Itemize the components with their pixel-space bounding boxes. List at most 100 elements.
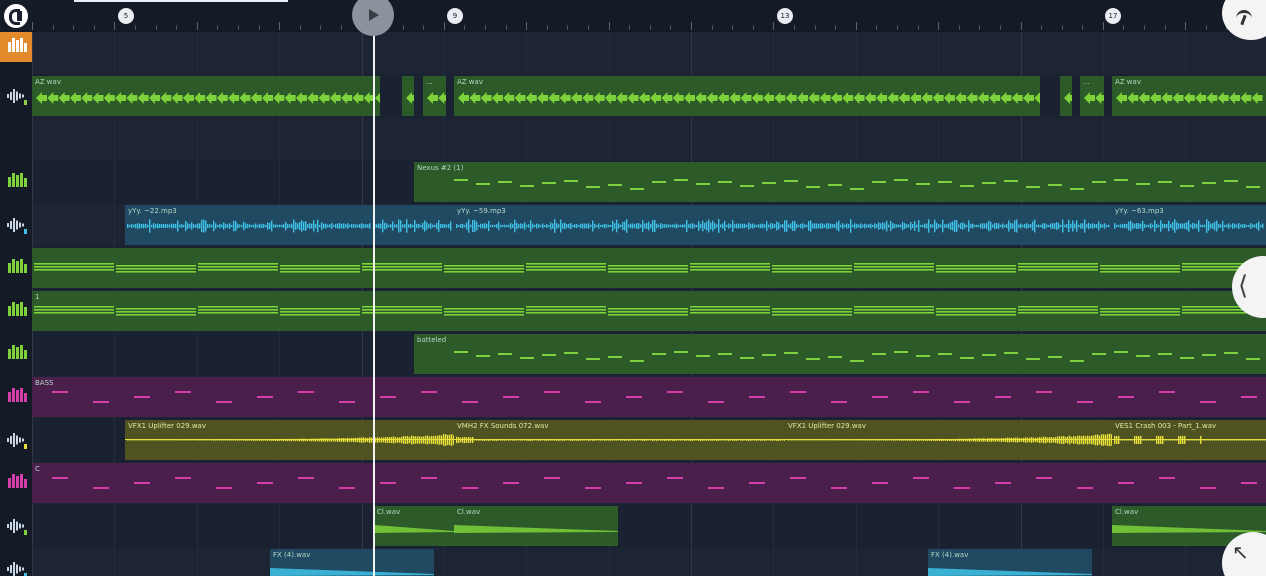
- clip-yellow-riser[interactable]: VFX1 Uplifter 029.wav: [785, 420, 1112, 460]
- bar-marker-9[interactable]: 9: [447, 8, 463, 24]
- note: [257, 396, 273, 398]
- waveform-sample: [554, 439, 556, 441]
- track-header-4[interactable]: [0, 204, 32, 246]
- bar-marker-5[interactable]: 5: [118, 8, 134, 24]
- waveform-sample: [1040, 224, 1042, 228]
- ruler-tick: [773, 22, 775, 30]
- waveform-sample: [632, 223, 634, 229]
- clip-green-audio[interactable]: [402, 76, 414, 116]
- waveform-hit: [661, 92, 673, 104]
- waveform-sample: [1120, 224, 1122, 228]
- waveform-sample: [910, 222, 912, 230]
- waveform-sample: [1078, 224, 1080, 228]
- track-header-12[interactable]: [0, 548, 32, 576]
- waveform-sample: [1038, 224, 1040, 228]
- bar-marker-13[interactable]: 13: [777, 8, 793, 24]
- waveform-sample: [456, 436, 458, 444]
- clip-green-sustain[interactable]: 1: [32, 291, 1266, 331]
- clip-green-audio[interactable]: [1060, 76, 1072, 116]
- sustained-note: [34, 306, 114, 308]
- waveform-hit: [819, 92, 831, 104]
- track-header-8[interactable]: [0, 376, 32, 418]
- clip-yellow-riser[interactable]: VFX1 Uplifter 029.wav: [125, 420, 454, 460]
- clip-yellow-hits[interactable]: VES1 Crash 003 - Part_1.wav: [1112, 420, 1266, 460]
- waveform-sample: [1102, 224, 1104, 228]
- waveform-sample: [504, 224, 506, 228]
- clip-blue-audio[interactable]: [372, 205, 454, 245]
- waveform-sample: [594, 439, 596, 441]
- clip-green-fade[interactable]: Cl.wav: [454, 506, 618, 546]
- waveform-sample: [462, 437, 464, 443]
- playback-position-line[interactable]: [373, 32, 375, 576]
- waveform-sample: [1044, 223, 1046, 229]
- clip-magenta-dashes[interactable]: C: [32, 463, 1266, 503]
- timeline-ruler[interactable]: 5 9 13 17: [0, 0, 1266, 32]
- track-header-3[interactable]: [0, 161, 32, 203]
- clip-green-sustain[interactable]: [32, 248, 1266, 288]
- clip-graphic: [456, 219, 1110, 233]
- waveform-sample: [648, 221, 650, 231]
- waveform-sample: [351, 438, 353, 442]
- track-row-0[interactable]: [32, 32, 1266, 74]
- waveform-sample: [1008, 220, 1010, 232]
- waveform-sample: [988, 220, 990, 232]
- clip-blue-fade[interactable]: FX (4).wav: [270, 549, 434, 576]
- track-header-0[interactable]: [0, 32, 32, 62]
- waveform-sample: [311, 438, 313, 442]
- track-header-2[interactable]: [0, 118, 32, 160]
- waveform-sample: [436, 222, 438, 230]
- waveform-sample: [1092, 223, 1094, 229]
- clip-green-audio[interactable]: AZ wav: [32, 76, 380, 116]
- waveform-sample: [1172, 439, 1174, 441]
- clip-green-fade[interactable]: Cl.wav: [374, 506, 454, 546]
- track-header-10[interactable]: [0, 462, 32, 504]
- clip-blue-audio[interactable]: yYy. ~63.mp3: [1112, 205, 1266, 245]
- app-logo-button[interactable]: [4, 4, 28, 28]
- playlist-grid[interactable]: AZ wav... AZ wav... AZ wav Nexus #2 (1) yYy.…: [32, 32, 1266, 576]
- clip-green-audio[interactable]: AZ wav: [454, 76, 1040, 116]
- sustained-note: [1100, 314, 1180, 316]
- waveform-sample: [716, 439, 718, 441]
- waveform-sample: [337, 223, 339, 229]
- ruler-tick: [835, 25, 837, 30]
- waveform-sample: [674, 224, 676, 228]
- clip-green-notes[interactable]: batteled: [414, 334, 1266, 374]
- waveform-sample: [329, 438, 331, 442]
- track-row-11[interactable]: [32, 505, 1266, 547]
- clip-yellow-flat[interactable]: VMH2 FX Sounds 072.wav: [454, 420, 785, 460]
- waveform-sample: [832, 224, 834, 228]
- clip-blue-audio[interactable]: yYy. ~22.mp3: [125, 205, 372, 245]
- track-header-1[interactable]: [0, 75, 32, 117]
- track-row-2[interactable]: [32, 118, 1266, 160]
- clip-green-audio[interactable]: AZ wav: [1112, 76, 1266, 116]
- waveform-sample: [1214, 221, 1216, 231]
- waveform-sample: [506, 224, 508, 228]
- waveform-hit: [491, 92, 503, 104]
- clip-green-notes[interactable]: Nexus #2 (1): [414, 162, 1266, 202]
- waveform-sample: [562, 223, 564, 229]
- track-header-5[interactable]: [0, 247, 32, 289]
- sustained-note: [1018, 269, 1098, 271]
- clip-green-audio[interactable]: ...: [1080, 76, 1104, 116]
- clip-magenta-dashes[interactable]: BASS: [32, 377, 1266, 417]
- waveform-sample: [484, 439, 486, 441]
- bar-marker-17[interactable]: 17: [1105, 8, 1121, 24]
- track-header-7[interactable]: [0, 333, 32, 375]
- waveform-sample: [838, 220, 840, 232]
- waveform-sample: [746, 439, 748, 441]
- track-header-6[interactable]: [0, 290, 32, 332]
- waveform-sample: [891, 439, 893, 441]
- clip-green-audio[interactable]: ...: [423, 76, 446, 116]
- track-header-11[interactable]: [0, 505, 32, 547]
- waveform-sample: [658, 439, 660, 441]
- waveform-sample: [797, 439, 799, 441]
- clip-blue-fade[interactable]: FX (4).wav: [928, 549, 1092, 576]
- ruler-tick: [1020, 22, 1022, 30]
- waveform-sample: [918, 220, 920, 232]
- waveform-sample: [854, 223, 856, 229]
- note: [421, 391, 437, 393]
- waveform-sample: [139, 223, 141, 229]
- clip-blue-audio[interactable]: yYy. ~59.mp3: [454, 205, 1112, 245]
- track-header-9[interactable]: [0, 419, 32, 461]
- waveform-sample: [129, 224, 131, 228]
